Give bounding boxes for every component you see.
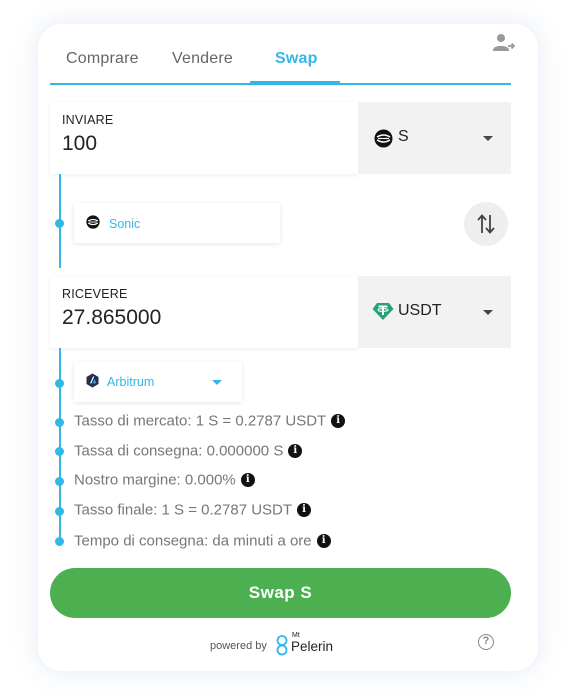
receive-network-dot <box>55 379 64 388</box>
receive-currency-label: USDT <box>398 302 442 319</box>
brand-name: Pelerin <box>291 639 334 654</box>
arbitrum-logo-icon <box>85 373 100 388</box>
market-rate-row: Tasso di mercato: 1 S = 0.2787 USDT i <box>74 412 346 432</box>
chevron-down-icon <box>483 310 493 315</box>
receive-label: RICEVERE <box>62 287 128 301</box>
send-label: INVIARE <box>62 113 114 127</box>
chevron-down-icon <box>212 380 222 385</box>
info-icon[interactable]: i <box>288 444 303 459</box>
active-tab-indicator <box>250 81 340 85</box>
powered-by-text: powered by <box>210 640 267 652</box>
tab-sell[interactable]: Vendere <box>172 50 233 68</box>
sonic-network-icon <box>86 215 100 229</box>
tab-buy[interactable]: Comprare <box>66 50 139 68</box>
info-dot <box>55 477 64 486</box>
widget-card: Comprare Vendere Swap INVIARE 100 S Soni… <box>38 24 538 671</box>
final-rate-text: Tasso finale: 1 S = 0.2787 USDT <box>74 501 293 519</box>
chevron-down-icon <box>483 136 493 141</box>
receive-amount-value: 27.865000 <box>62 306 162 329</box>
info-dot <box>55 507 64 516</box>
delivery-fee-text: Tassa di consegna: 0.000000 S <box>74 442 284 460</box>
tether-logo-icon <box>372 302 394 321</box>
market-rate-text: Tasso di mercato: 1 S = 0.2787 USDT <box>74 412 327 430</box>
swap-button[interactable]: Swap S <box>50 568 511 618</box>
receive-amount-field[interactable]: RICEVERE 27.865000 <box>50 276 358 348</box>
send-network-label: Sonic <box>109 217 141 231</box>
info-dot <box>55 537 64 546</box>
final-rate-row: Tasso finale: 1 S = 0.2787 USDT i <box>74 501 312 521</box>
info-icon[interactable]: i <box>331 414 346 429</box>
brand-small: Mt <box>292 632 300 639</box>
delivery-time-text: Tempo di consegna: da minuti a ore <box>74 532 312 550</box>
help-icon[interactable]: ? <box>478 634 494 650</box>
send-amount-input[interactable]: 100 <box>62 132 97 156</box>
delivery-time-row: Tempo di consegna: da minuti a ore i <box>74 532 331 552</box>
delivery-fee-row: Tassa di consegna: 0.000000 S i <box>74 442 303 462</box>
sonic-logo-icon <box>374 129 393 148</box>
receive-network-label: Arbitrum <box>107 375 155 389</box>
margin-row: Nostro margine: 0.000% i <box>74 471 255 491</box>
tab-swap[interactable]: Swap <box>275 50 318 68</box>
info-icon[interactable]: i <box>316 534 331 549</box>
send-network-dot <box>55 219 64 228</box>
send-amount-field[interactable]: INVIARE 100 <box>50 102 358 174</box>
info-dot <box>55 418 64 427</box>
info-dot <box>55 447 64 456</box>
send-network-select[interactable]: Sonic <box>74 203 280 243</box>
receive-currency-select[interactable]: USDT <box>358 276 511 348</box>
send-currency-label: S <box>398 128 409 145</box>
receive-network-select[interactable]: Arbitrum <box>74 362 242 402</box>
margin-text: Nostro margine: 0.000% <box>74 471 236 489</box>
mt-pelerin-logo-icon <box>275 634 289 661</box>
info-icon[interactable]: i <box>240 473 255 488</box>
tab-bar: Comprare Vendere Swap <box>50 24 511 85</box>
swap-direction-button[interactable] <box>464 202 508 246</box>
info-icon[interactable]: i <box>297 503 312 518</box>
send-currency-select[interactable]: S <box>358 102 511 174</box>
